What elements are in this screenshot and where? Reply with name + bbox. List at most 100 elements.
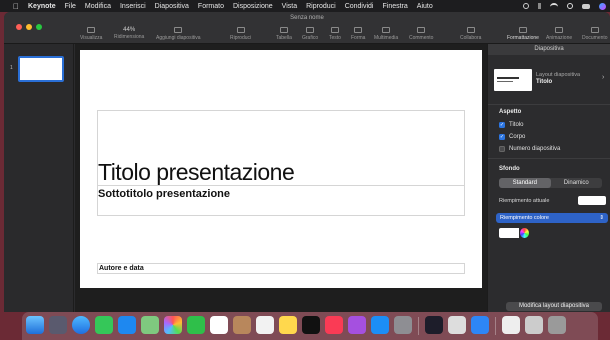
launchpad-icon[interactable] — [49, 316, 67, 334]
toolbar-comment-button[interactable]: Commento — [409, 27, 433, 41]
toolbar-text-button[interactable]: Testo — [329, 27, 341, 41]
author-placeholder[interactable]: Autore e data — [97, 263, 465, 274]
toolbar: Senza nome Visualizza 44% Ridimensiona Ag… — [4, 12, 610, 44]
checkbox-slide-number[interactable]: Numero diapositiva — [499, 146, 560, 152]
current-fill-swatch[interactable] — [578, 196, 606, 205]
slide-thumbnail[interactable] — [18, 56, 64, 82]
slide-subtitle[interactable]: Sottotitolo presentazione — [98, 188, 230, 200]
downloads-stack-icon[interactable] — [525, 316, 543, 334]
animate-icon — [555, 27, 564, 33]
slide-author-date[interactable]: Autore e data — [99, 265, 144, 272]
fill-type-select[interactable]: Riempimento colore ⇕ — [496, 213, 608, 223]
toolbar-collaborate-button[interactable]: Collabora — [460, 27, 481, 41]
slide-number: 1 — [10, 65, 13, 71]
siri-icon[interactable] — [599, 2, 606, 10]
slide-navigator: 1 — [4, 44, 74, 312]
inspector-header: Diapositiva — [488, 44, 610, 55]
system-settings-icon[interactable] — [394, 316, 412, 334]
notes-icon[interactable] — [279, 316, 297, 334]
color-wheel-icon[interactable] — [520, 228, 529, 238]
document-file-icon[interactable] — [502, 316, 520, 334]
toolbar-document-button[interactable]: Documento — [582, 27, 608, 41]
music-icon[interactable] — [325, 316, 343, 334]
menu-app-name[interactable]: Keynote — [28, 3, 56, 10]
checkbox-body[interactable]: ✓ Corpo — [499, 134, 525, 140]
apple-tv-icon[interactable] — [302, 316, 320, 334]
edit-slide-layout-button[interactable]: Modifica layout diapositiva — [506, 302, 602, 311]
background-section-title: Sfondo — [499, 166, 520, 172]
menu-condividi[interactable]: Condividi — [345, 3, 374, 10]
reminders-icon[interactable] — [256, 316, 274, 334]
maps-icon[interactable] — [141, 316, 159, 334]
photos-icon[interactable] — [164, 316, 182, 334]
toolbar-play-button[interactable]: Riproduci — [230, 27, 251, 41]
slide[interactable]: Titolo presentazione Sottotitolo present… — [80, 50, 482, 288]
layout-thumbnail — [494, 69, 532, 91]
media-icon — [382, 27, 391, 33]
segment-standard[interactable]: Standard — [499, 178, 551, 188]
menu-inserisci[interactable]: Inserisci — [120, 3, 146, 10]
trash-icon[interactable] — [548, 316, 566, 334]
script-editor-icon[interactable] — [448, 316, 466, 334]
toolbar-view-button[interactable]: Visualizza — [80, 27, 102, 41]
mail-icon[interactable] — [118, 316, 136, 334]
control-center-icon[interactable] — [582, 3, 590, 9]
background-segmented-control: Standard Dinamico — [499, 178, 602, 188]
dock-separator — [418, 317, 419, 335]
title-placeholder[interactable]: Titolo presentazione — [97, 110, 465, 186]
chevron-right-icon: › — [602, 74, 605, 81]
facetime-icon[interactable] — [187, 316, 205, 334]
contacts-icon[interactable] — [233, 316, 251, 334]
menu-bar:  Keynote File Modifica Inserisci Diapos… — [0, 0, 610, 12]
bluetooth-icon[interactable] — [538, 3, 541, 9]
search-icon[interactable] — [567, 3, 573, 9]
toolbar-media-button[interactable]: Multimedia — [374, 27, 398, 41]
safari-icon[interactable] — [72, 316, 90, 334]
checkbox-empty-icon — [499, 146, 505, 152]
subtitle-placeholder[interactable]: Sottotitolo presentazione — [97, 186, 465, 216]
menu-formato[interactable]: Formato — [198, 3, 224, 10]
segment-dynamic[interactable]: Dinamico — [551, 178, 603, 188]
menu-vista[interactable]: Vista — [282, 3, 297, 10]
screen-record-icon[interactable] — [523, 3, 529, 9]
zoom-button[interactable] — [36, 24, 42, 30]
menu-finestra[interactable]: Finestra — [382, 3, 407, 10]
current-fill-label: Riempimento attuale — [499, 198, 550, 204]
color-swatch[interactable] — [499, 228, 520, 238]
slide-layout-picker[interactable]: Layout diapositiva Titolo › — [494, 62, 604, 96]
toolbar-add-slide-button[interactable]: Aggiungi diapositiva — [156, 27, 200, 41]
app-store-icon[interactable] — [371, 316, 389, 334]
comment-icon — [417, 27, 426, 33]
close-button[interactable] — [16, 24, 22, 30]
messages-icon[interactable] — [95, 316, 113, 334]
wifi-icon[interactable] — [550, 3, 558, 9]
color-well[interactable] — [499, 228, 529, 238]
toolbar-chart-button[interactable]: Grafico — [302, 27, 318, 41]
menu-diapositiva[interactable]: Diapositiva — [155, 3, 189, 10]
checkmark-icon: ✓ — [499, 134, 505, 140]
toolbar-zoom-button[interactable]: 44% Ridimensiona — [114, 27, 144, 40]
toolbar-animate-button[interactable]: Animazione — [546, 27, 572, 41]
toolbar-table-button[interactable]: Tabella — [276, 27, 292, 41]
checkbox-title[interactable]: ✓ Titolo — [499, 122, 523, 128]
slide-title[interactable]: Titolo presentazione — [98, 159, 295, 186]
menu-modifica[interactable]: Modifica — [85, 3, 111, 10]
minimize-button[interactable] — [26, 24, 32, 30]
podcasts-icon[interactable] — [348, 316, 366, 334]
menu-disposizione[interactable]: Disposizione — [233, 3, 273, 10]
apple-menu-icon[interactable]:  — [12, 2, 20, 11]
finder-icon[interactable] — [26, 316, 44, 334]
keynote-icon[interactable] — [471, 316, 489, 334]
screen-recorder-icon[interactable] — [425, 316, 443, 334]
checkmark-icon: ✓ — [499, 122, 505, 128]
toolbar-shape-button[interactable]: Forma — [351, 27, 365, 41]
menu-riproduci[interactable]: Riproduci — [306, 3, 336, 10]
calendar-icon[interactable] — [210, 316, 228, 334]
document-icon — [590, 27, 599, 33]
menu-aiuto[interactable]: Aiuto — [417, 3, 433, 10]
toolbar-format-button[interactable]: Formattazione — [507, 27, 539, 41]
menu-file[interactable]: File — [65, 3, 76, 10]
layout-label: Layout diapositiva — [536, 72, 581, 78]
zoom-value: 44% — [123, 27, 136, 33]
divider — [488, 104, 610, 105]
